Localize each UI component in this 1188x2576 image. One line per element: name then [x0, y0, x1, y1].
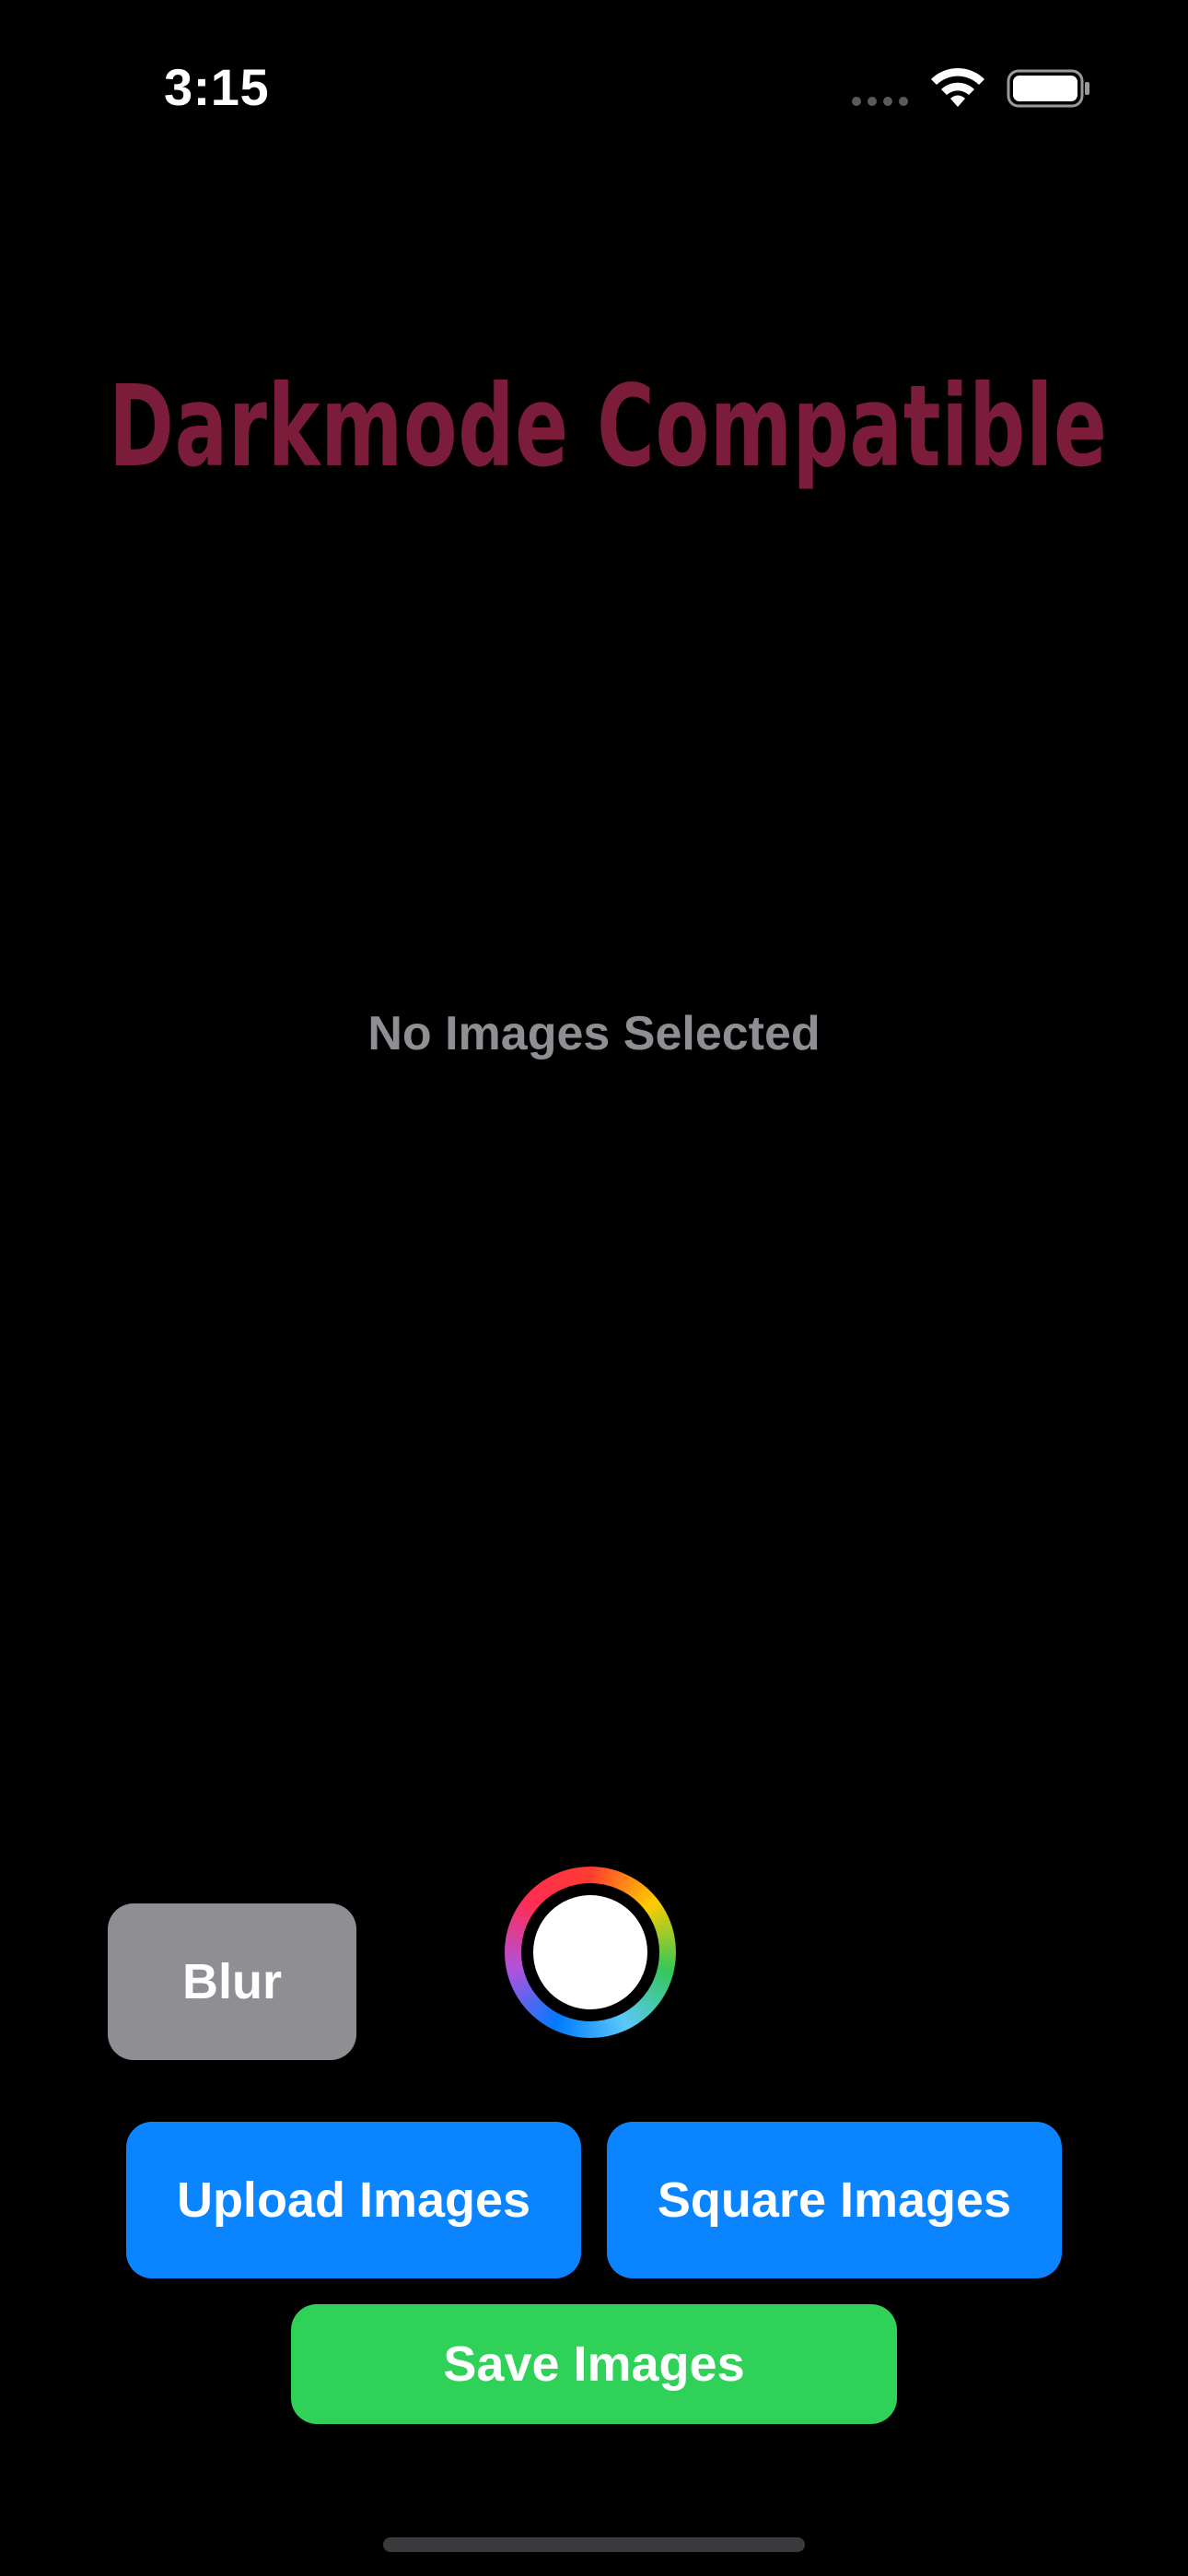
color-well-swatch: [533, 1895, 647, 2009]
color-picker-well[interactable]: [505, 1867, 676, 2038]
cellular-signal-icon: [852, 97, 908, 106]
battery-icon: [1007, 69, 1089, 108]
wifi-icon: [931, 67, 984, 107]
home-indicator[interactable]: [383, 2537, 805, 2552]
blur-button[interactable]: Blur: [108, 1903, 356, 2060]
app-screen: 3:15 Darkmode Compatible No Images Selec…: [0, 0, 1188, 2576]
save-images-button[interactable]: Save Images: [291, 2304, 897, 2424]
page-title: Darkmode Compatible: [109, 361, 1108, 492]
empty-state-message: No Images Selected: [367, 1007, 821, 1060]
square-images-button[interactable]: Square Images: [607, 2122, 1062, 2278]
status-time: 3:15: [164, 58, 270, 116]
upload-images-button[interactable]: Upload Images: [126, 2122, 581, 2278]
